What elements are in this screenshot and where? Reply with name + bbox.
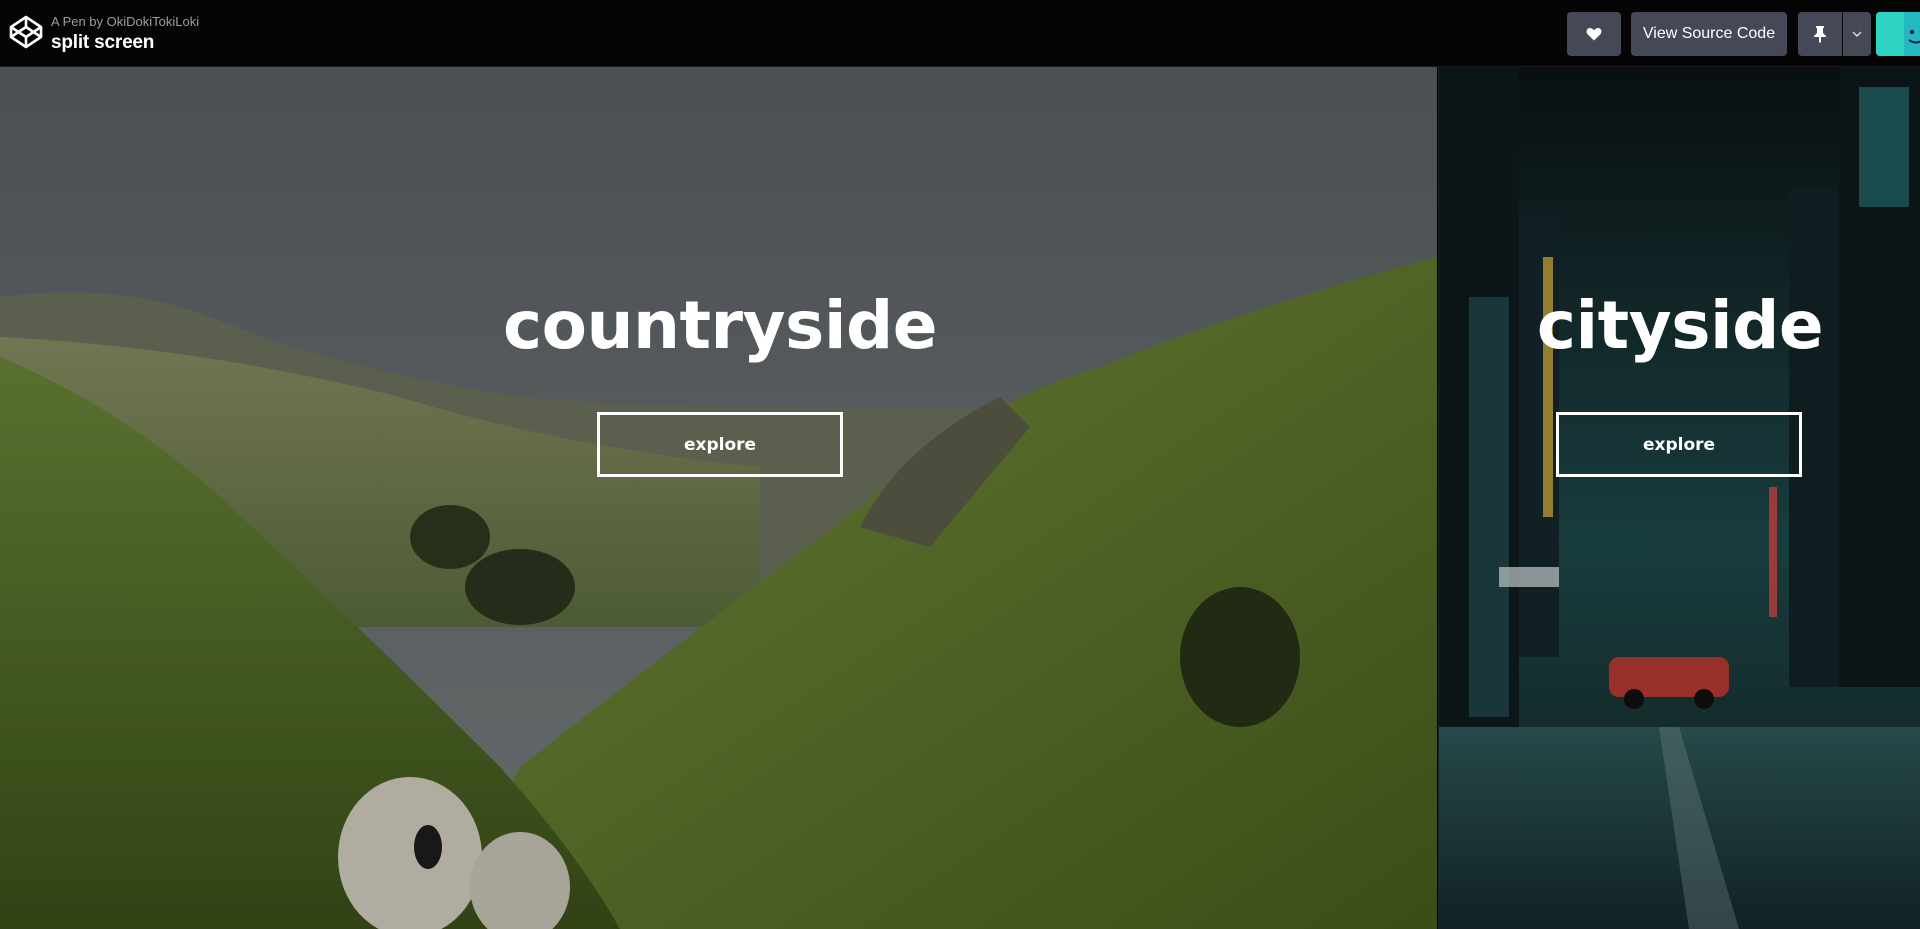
dark-overlay bbox=[1439, 67, 1920, 929]
cityside-panel[interactable]: cityside explore bbox=[1438, 67, 1920, 929]
cityside-explore-button[interactable]: explore bbox=[1556, 412, 1802, 477]
codepen-logo-icon[interactable] bbox=[8, 14, 44, 50]
user-avatar[interactable] bbox=[1876, 12, 1920, 56]
pen-info: A Pen by OkiDokiTokiLoki split screen bbox=[51, 14, 199, 55]
pen-title: split screen bbox=[51, 32, 155, 53]
countryside-explore-button[interactable]: explore bbox=[597, 412, 843, 477]
pin-button[interactable] bbox=[1798, 12, 1842, 56]
pen-author[interactable]: A Pen by OkiDokiTokiLoki bbox=[51, 14, 199, 30]
pin-icon bbox=[1814, 26, 1826, 43]
like-button[interactable] bbox=[1567, 12, 1621, 56]
chevron-down-icon bbox=[1852, 31, 1862, 37]
view-source-button[interactable]: View Source Code bbox=[1631, 12, 1787, 56]
countryside-heading: countryside bbox=[503, 287, 937, 364]
pin-menu-button[interactable] bbox=[1843, 12, 1871, 56]
cityside-heading: cityside bbox=[1536, 287, 1824, 364]
avatar-face-icon bbox=[1876, 12, 1920, 56]
pen-header: A Pen by OkiDokiTokiLoki split screen Vi… bbox=[0, 0, 1920, 67]
countryside-panel[interactable]: countryside explore bbox=[0, 67, 1437, 929]
dark-overlay bbox=[0, 67, 1437, 929]
heart-icon bbox=[1586, 27, 1602, 41]
